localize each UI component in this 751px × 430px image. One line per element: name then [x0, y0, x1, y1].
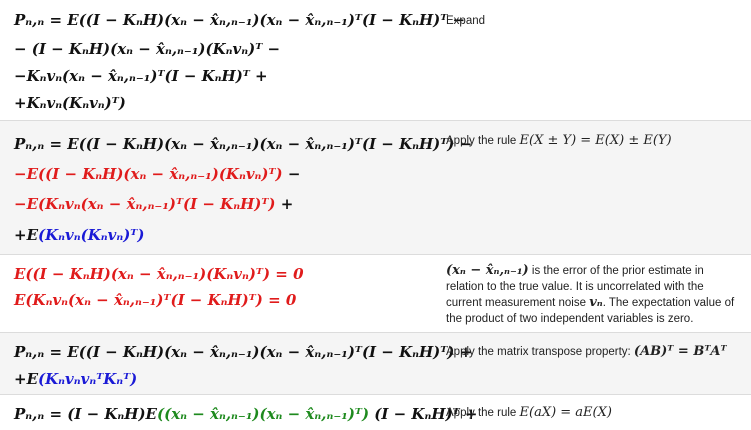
- explanation-math: E(aX) = aE(X): [519, 405, 612, 420]
- operator: −: [282, 165, 301, 183]
- equation-line: Pₙ,ₙ = E((I − KₙH)(xₙ − x̂ₙ,ₙ₋₁)(xₙ − x̂…: [14, 135, 473, 153]
- equation-line: Pₙ,ₙ = E((I − KₙH)(xₙ − x̂ₙ,ₙ₋₁)(xₙ − x̂…: [14, 343, 473, 361]
- step-explanation: Expand: [446, 14, 741, 30]
- explanation-text: Expand: [446, 15, 486, 27]
- step-explanation: Apply the matrix transpose property: (AB…: [446, 344, 741, 361]
- operator: +: [275, 195, 294, 213]
- equation-line: −Kₙvₙ(xₙ − x̂ₙ,ₙ₋₁)ᵀ(I − KₙH)ᵀ +: [14, 67, 268, 85]
- highlighted-term: (Kₙvₙ(xₙ − x̂ₙ,ₙ₋₁)ᵀ(I − KₙH)ᵀ): [38, 195, 276, 213]
- expectation-operator: +E: [14, 370, 39, 388]
- equation-line: Pₙ,ₙ = E((I − KₙH)(xₙ − x̂ₙ,ₙ₋₁)(xₙ − x̂…: [14, 11, 466, 29]
- derivation-step-5: Pₙ,ₙ = (I − KₙH)E((xₙ − x̂ₙ,ₙ₋₁)(xₙ − x̂…: [0, 394, 751, 430]
- derivation-step-1: Pₙ,ₙ = E((I − KₙH)(xₙ − x̂ₙ,ₙ₋₁)(xₙ − x̂…: [0, 0, 751, 120]
- expectation-operator: −E: [14, 165, 39, 183]
- equation-line: −E((I − KₙH)(xₙ − x̂ₙ,ₙ₋₁)(Kₙvₙ)ᵀ) −: [14, 163, 300, 185]
- explanation-math: E(X ± Y) = E(X) ± E(Y): [519, 133, 672, 148]
- explanation-text: Apply the rule: [446, 407, 520, 419]
- equation-line: +Kₙvₙ(Kₙvₙ)ᵀ): [14, 94, 126, 112]
- highlighted-term: (KₙvₙvₙᵀKₙᵀ): [38, 370, 138, 388]
- equation-prefix: Pₙ,ₙ = (I − KₙH)E: [14, 405, 157, 423]
- equation-line: +E(KₙvₙvₙᵀKₙᵀ): [14, 368, 137, 390]
- explanation-text: Apply the rule: [446, 135, 520, 147]
- equation-line: E(Kₙvₙ(xₙ − x̂ₙ,ₙ₋₁)ᵀ(I − KₙH)ᵀ) = 0: [14, 291, 297, 309]
- explanation-text: Apply the matrix transpose property:: [446, 346, 634, 358]
- explanation-math: (AB)ᵀ = BᵀAᵀ: [633, 344, 727, 359]
- highlighted-term: ((xₙ − x̂ₙ,ₙ₋₁)(xₙ − x̂ₙ,ₙ₋₁)ᵀ): [157, 405, 370, 423]
- step-explanation: Apply the rule E(X ± Y) = E(X) ± E(Y): [446, 133, 741, 150]
- equation-line: +E(Kₙvₙ(Kₙvₙ)ᵀ): [14, 224, 144, 246]
- explanation-math: vₙ: [589, 295, 603, 310]
- expectation-operator: −E: [14, 195, 39, 213]
- step-explanation: (xₙ − x̂ₙ,ₙ₋₁) is the error of the prior…: [446, 263, 741, 327]
- expectation-operator: +E: [14, 226, 39, 244]
- equation-line: − (I − KₙH)(xₙ − x̂ₙ,ₙ₋₁)(Kₙvₙ)ᵀ −: [14, 40, 281, 58]
- derivation-step-4: Pₙ,ₙ = E((I − KₙH)(xₙ − x̂ₙ,ₙ₋₁)(xₙ − x̂…: [0, 332, 751, 395]
- derivation-step-3: E((I − KₙH)(xₙ − x̂ₙ,ₙ₋₁)(Kₙvₙ)ᵀ) = 0 E(…: [0, 254, 751, 333]
- step-explanation: Apply the rule E(aX) = aE(X): [446, 405, 741, 422]
- highlighted-term: (Kₙvₙ(Kₙvₙ)ᵀ): [38, 226, 145, 244]
- equation-line: E((I − KₙH)(xₙ − x̂ₙ,ₙ₋₁)(Kₙvₙ)ᵀ) = 0: [14, 265, 304, 283]
- equation-line: Pₙ,ₙ = (I − KₙH)E((xₙ − x̂ₙ,ₙ₋₁)(xₙ − x̂…: [14, 403, 477, 425]
- derivation-step-2: Pₙ,ₙ = E((I − KₙH)(xₙ − x̂ₙ,ₙ₋₁)(xₙ − x̂…: [0, 120, 751, 255]
- equation-line: −E(Kₙvₙ(xₙ − x̂ₙ,ₙ₋₁)ᵀ(I − KₙH)ᵀ) +: [14, 193, 293, 215]
- highlighted-term: ((I − KₙH)(xₙ − x̂ₙ,ₙ₋₁)(Kₙvₙ)ᵀ): [38, 165, 283, 183]
- explanation-math: (xₙ − x̂ₙ,ₙ₋₁): [446, 263, 529, 278]
